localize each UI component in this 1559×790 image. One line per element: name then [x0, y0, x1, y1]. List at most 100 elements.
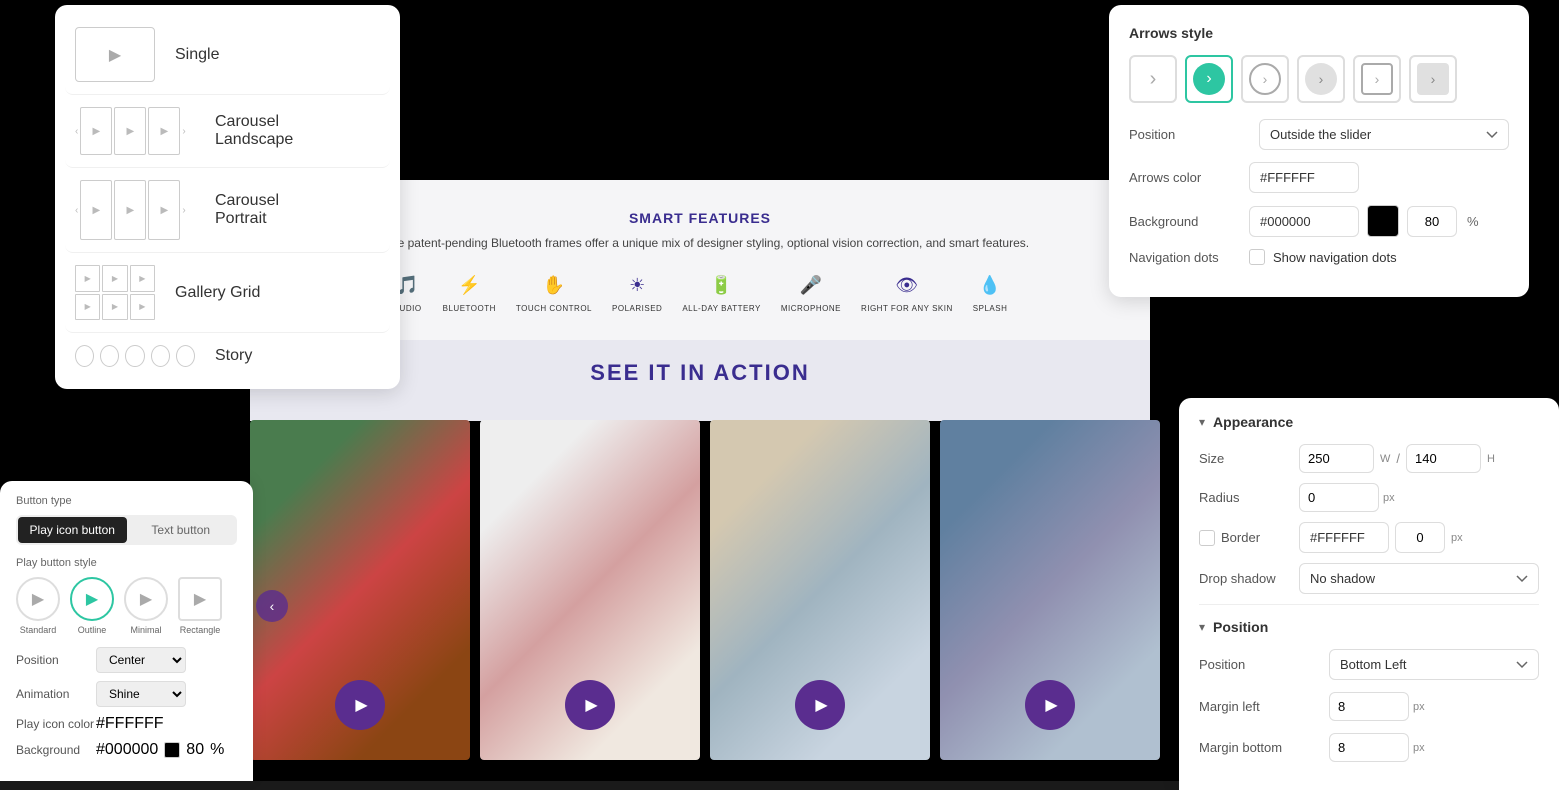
video-thumb-1[interactable]	[250, 420, 470, 760]
layout-item-carousel-portrait[interactable]: ‹ ▶ ▶ ▶ › CarouselPortrait	[65, 168, 390, 253]
radius-unit: px	[1383, 492, 1395, 504]
bluetooth-icon: ⚡	[454, 270, 484, 300]
background-color-swatch[interactable]	[1367, 205, 1399, 237]
single-preview: ▶	[75, 27, 155, 82]
nav-dots-label: Navigation dots	[1129, 250, 1249, 265]
list-item: 👁 RIGHT FOR ANY SKIN	[861, 270, 953, 313]
story-circle	[176, 345, 195, 367]
play-style-standard[interactable]: ▶ Standard	[16, 577, 60, 635]
tab-play-icon-button[interactable]: Play icon button	[18, 517, 127, 543]
position-select[interactable]: Outside the slider Inside the slider Ove…	[1259, 119, 1509, 150]
margin-left-input-group: px	[1329, 692, 1425, 721]
play-button-4[interactable]	[1025, 680, 1075, 730]
carousel-landscape-preview: ‹ ▶ ▶ ▶ ›	[75, 107, 195, 155]
position-section-header[interactable]: ▾ Position	[1199, 619, 1539, 635]
size-width-input[interactable]	[1299, 444, 1374, 473]
video-thumb-4[interactable]	[940, 420, 1160, 760]
arrow-style-options: › › › › › ›	[1129, 55, 1509, 103]
play-position-select[interactable]: Center	[96, 647, 186, 673]
arrow-style-arrow-outline[interactable]: ›	[1353, 55, 1401, 103]
canvas-prev-arrow[interactable]: ‹	[256, 590, 288, 622]
border-row: Border px	[1199, 522, 1539, 553]
border-label: Border	[1199, 530, 1299, 546]
arrows-color-input-group	[1249, 162, 1359, 193]
gallery-cell: ▶	[75, 265, 100, 292]
size-height-input[interactable]	[1406, 444, 1481, 473]
bg-opacity-value: 80	[186, 741, 204, 759]
bg-color-group: #000000 80 %	[96, 741, 224, 759]
arrow-style-circle-filled[interactable]: ›	[1185, 55, 1233, 103]
battery-label: ALL-DAY BATTERY	[682, 304, 761, 313]
video-thumb-2[interactable]	[480, 420, 700, 760]
size-row: Size W / H	[1199, 444, 1539, 473]
carousel-landscape-label: CarouselLandscape	[215, 113, 293, 149]
radius-label: Radius	[1199, 490, 1299, 505]
layout-item-single[interactable]: ▶ Single	[65, 15, 390, 95]
skin-label: RIGHT FOR ANY SKIN	[861, 304, 953, 313]
nav-dots-checkbox-label[interactable]: Show navigation dots	[1249, 249, 1397, 265]
margin-left-input[interactable]	[1329, 692, 1409, 721]
minimal-icon: ▶	[124, 577, 168, 621]
layout-item-carousel-landscape[interactable]: ‹ ▶ ▶ ▶ › CarouselLandscape	[65, 95, 390, 168]
standard-label: Standard	[20, 625, 57, 635]
border-color-input[interactable]	[1299, 522, 1389, 553]
play-button-3[interactable]	[795, 680, 845, 730]
play-style-rectangle[interactable]: ▶ Rectangle	[178, 577, 222, 635]
animation-row: Animation Shine	[16, 681, 237, 707]
story-label: Story	[215, 347, 252, 365]
arrow-style-circle-gray[interactable]: ›	[1297, 55, 1345, 103]
position-config-select[interactable]: Bottom Left Bottom Right Top Left Top Ri…	[1329, 649, 1539, 680]
list-item: ⚡ BLUETOOTH	[443, 270, 496, 313]
animation-select[interactable]: Shine	[96, 681, 186, 707]
border-checkbox[interactable]	[1199, 530, 1215, 546]
play-button-1[interactable]	[335, 680, 385, 730]
drop-shadow-row: Drop shadow No shadow Small Medium Large	[1199, 563, 1539, 594]
drop-shadow-select[interactable]: No shadow Small Medium Large	[1299, 563, 1539, 594]
nav-dots-checkbox[interactable]	[1249, 249, 1265, 265]
carousel-cell: ▶	[148, 107, 180, 155]
carousel-right-arrow: ›	[182, 126, 185, 137]
layout-item-gallery-grid[interactable]: ▶ ▶ ▶ ▶ ▶ ▶ Gallery Grid	[65, 253, 390, 333]
arrow-gray-icon: ›	[1417, 63, 1449, 95]
outline-icon: ▶	[70, 577, 114, 621]
play-style-minimal[interactable]: ▶ Minimal	[124, 577, 168, 635]
arrow-style-arrow-gray[interactable]: ›	[1409, 55, 1457, 103]
border-size-input[interactable]	[1395, 522, 1445, 553]
button-type-tabs: Play icon button Text button	[16, 515, 237, 545]
circle-gray-icon: ›	[1305, 63, 1337, 95]
bg-swatch[interactable]	[164, 742, 180, 758]
arrow-style-circle-outline[interactable]: ›	[1241, 55, 1289, 103]
radius-row: Radius px	[1199, 483, 1539, 512]
arrow-style-plain[interactable]: ›	[1129, 55, 1177, 103]
position-label: Position	[1129, 127, 1249, 142]
appearance-section-header[interactable]: ▾ Appearance	[1199, 414, 1539, 430]
position-config-label: Position	[1199, 657, 1319, 672]
polarised-icon: ☀	[622, 270, 652, 300]
gallery-cell: ▶	[102, 265, 127, 292]
percent-sign: %	[210, 741, 224, 759]
carousel-right-arrow: ›	[182, 205, 185, 216]
bg-hex-value: #000000	[96, 741, 158, 759]
background-opacity-input[interactable]	[1407, 206, 1457, 237]
gallery-cell: ▶	[130, 265, 155, 292]
play-style-outline[interactable]: ▶ Outline	[70, 577, 114, 635]
size-divider: /	[1396, 451, 1400, 466]
play-icon-color-group: #FFFFFF	[96, 715, 164, 733]
play-button-2[interactable]	[565, 680, 615, 730]
margin-left-label: Margin left	[1199, 699, 1319, 714]
carousel-cell: ▶	[80, 107, 112, 155]
carousel-portrait-preview: ‹ ▶ ▶ ▶ ›	[75, 180, 195, 240]
background-hex-input[interactable]	[1249, 206, 1359, 237]
story-circle	[125, 345, 144, 367]
arrows-color-label: Arrows color	[1129, 170, 1249, 185]
position-config-row: Position Bottom Left Bottom Right Top Le…	[1199, 649, 1539, 680]
gallery-cell: ▶	[130, 294, 155, 321]
layout-item-story[interactable]: Story	[65, 333, 390, 379]
background-label: Background	[1129, 214, 1249, 229]
video-thumbnails	[250, 420, 1160, 760]
margin-bottom-input[interactable]	[1329, 733, 1409, 762]
video-thumb-3[interactable]	[710, 420, 930, 760]
arrows-color-input[interactable]	[1249, 162, 1359, 193]
tab-text-button[interactable]: Text button	[127, 517, 236, 543]
radius-input[interactable]	[1299, 483, 1379, 512]
